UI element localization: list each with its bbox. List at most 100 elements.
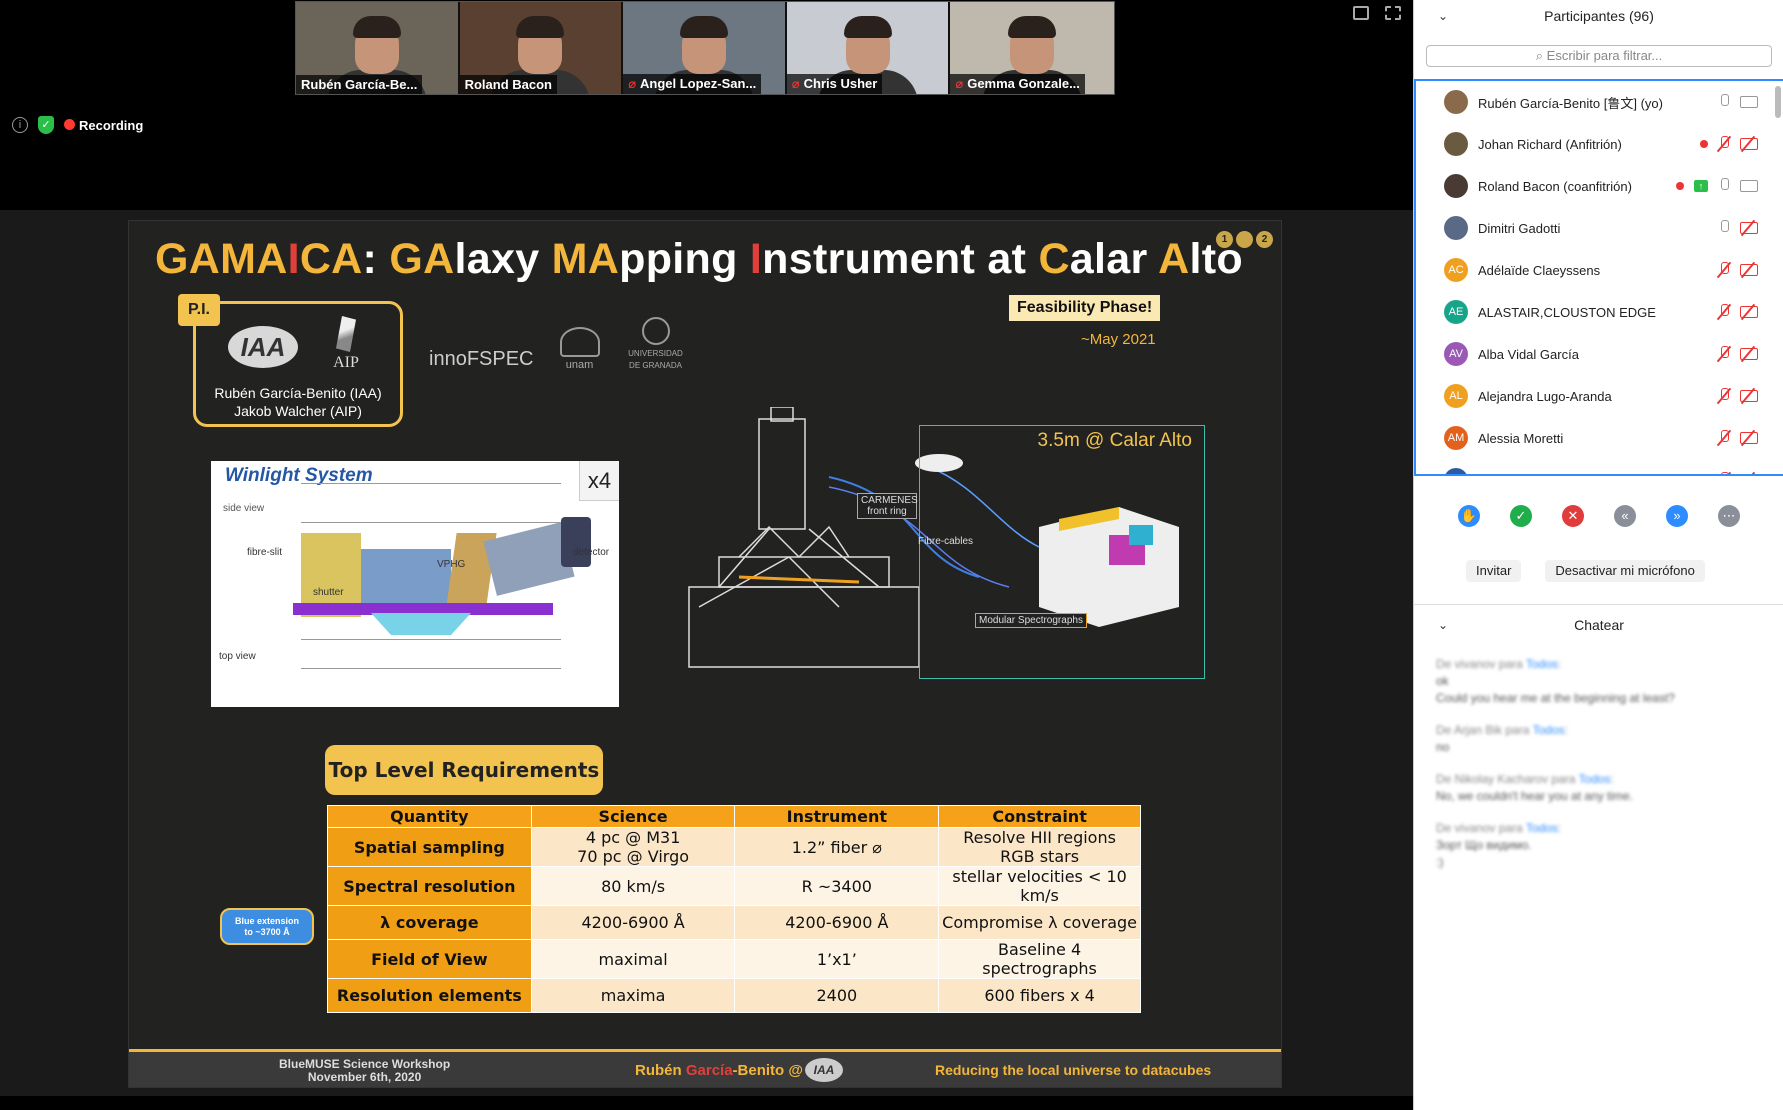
winlight-diagram: Winlight System x4 side view fibre-slit … xyxy=(211,461,619,707)
camera-off-icon[interactable] xyxy=(1740,264,1758,276)
cell-science-line-1: 4 pc @ M31 xyxy=(585,828,681,847)
participant-row[interactable]: Rubén García-Benito [鲁文] (yo) xyxy=(1416,81,1783,123)
more-icon[interactable]: ⋯ xyxy=(1718,505,1740,527)
video-tile[interactable]: ⌀ Gemma Gonzale... xyxy=(950,2,1114,94)
camera-off-icon[interactable] xyxy=(1740,138,1758,150)
cell-science: 80 km/s xyxy=(530,866,736,906)
camera-off-icon[interactable] xyxy=(1740,432,1758,444)
side-view-label: side view xyxy=(223,503,265,514)
camera-off-icon[interactable] xyxy=(1740,348,1758,360)
chat-sender: De Arjan Bik xyxy=(1436,723,1503,737)
footer-author: Rubén García-Benito @ xyxy=(635,1062,803,1079)
video-tile[interactable]: Roland Bacon xyxy=(459,2,624,94)
mic-muted-icon[interactable] xyxy=(1718,472,1730,474)
participant-row[interactable]: AM Alessia Moretti xyxy=(1416,417,1783,459)
avatar: AV xyxy=(1444,342,1468,366)
participant-hair xyxy=(352,16,401,38)
camera-icon[interactable] xyxy=(1740,96,1758,108)
mic-muted-icon[interactable] xyxy=(1718,304,1730,320)
no-icon[interactable]: ✕ xyxy=(1562,505,1584,527)
chat-colon: : xyxy=(1557,657,1562,671)
title-fragment: C xyxy=(1038,235,1070,283)
camera-off-icon[interactable] xyxy=(1740,222,1758,234)
participant-row[interactable]: AV Alba Vidal García xyxy=(1416,333,1783,375)
mic-icon[interactable] xyxy=(1718,220,1730,236)
chat-message-text: No, we couldn't hear you at any time. xyxy=(1436,789,1634,803)
footer-author-last: -Benito @ xyxy=(732,1062,803,1079)
video-tile[interactable]: ⌀ Angel Lopez-San... xyxy=(623,2,787,94)
chevron-down-icon[interactable]: ⌄ xyxy=(1438,0,1448,32)
video-tile-label: Gemma Gonzale... xyxy=(967,76,1080,91)
video-tile[interactable]: ⌀ Chris Usher xyxy=(786,2,951,94)
mic-muted-icon: ⌀ xyxy=(628,76,637,91)
title-fragment: I xyxy=(749,235,763,283)
mic-muted-icon[interactable] xyxy=(1718,430,1730,446)
avatar xyxy=(1444,90,1468,114)
detector-block xyxy=(561,517,591,567)
cell-constraint: Resolve HII regions RGB stars xyxy=(938,827,1141,867)
title-fragment: laxy xyxy=(454,235,552,283)
speaker-view-icon[interactable] xyxy=(1353,6,1369,20)
chat-header[interactable]: ⌄ Chatear xyxy=(1414,604,1783,644)
info-icon[interactable]: i xyxy=(12,117,28,133)
go-faster-icon[interactable]: » xyxy=(1666,505,1688,527)
mic-muted-icon[interactable] xyxy=(1718,136,1730,152)
video-strip: Rubén García-Be... Roland Bacon ⌀ Angel Lop… xyxy=(295,1,1115,95)
video-tile-name: ⌀ Angel Lopez-San... xyxy=(623,74,762,94)
mic-muted-icon[interactable] xyxy=(1718,262,1730,278)
yes-icon[interactable]: ✓ xyxy=(1510,505,1532,527)
participant-status-icons xyxy=(1718,262,1758,278)
cell-constraint-line-1: stellar velocities < 10 km/s xyxy=(952,867,1127,905)
mic-muted-icon: ⌀ xyxy=(955,76,964,91)
mic-muted-icon[interactable] xyxy=(1718,346,1730,362)
participant-row[interactable]: Alexandre Jeanneau xyxy=(1416,459,1783,476)
camera-off-icon[interactable] xyxy=(1740,390,1758,402)
chat-message-meta: De Nikolay Kacharov para Todos: xyxy=(1436,771,1766,788)
mic-muted-icon[interactable] xyxy=(1718,388,1730,404)
participant-filter-input[interactable]: ⌕ Escribir para filtrar... xyxy=(1426,45,1772,67)
participant-row[interactable]: Roland Bacon (coanfitrión) ↑ xyxy=(1416,165,1783,207)
participant-row[interactable]: Johan Richard (Anfitrión) xyxy=(1416,123,1783,165)
page-dot: 1 xyxy=(1216,231,1233,248)
raise-hand-icon[interactable]: ✋ xyxy=(1458,505,1480,527)
granada-logo: UNIVERSIDAD DE GRANADA xyxy=(626,317,686,371)
participant-row[interactable]: AC Adélaïde Claeyssens xyxy=(1416,249,1783,291)
chat-message-text: no xyxy=(1436,740,1450,754)
title-fragment: : xyxy=(362,235,390,283)
invite-button[interactable]: Invitar xyxy=(1466,560,1522,582)
cell-constraint-line-1: Resolve HII regions xyxy=(963,828,1116,847)
participant-row[interactable]: AL Alejandra Lugo-Aranda xyxy=(1416,375,1783,417)
title-fragment: MA xyxy=(551,235,620,283)
university-seal-icon xyxy=(641,317,670,345)
participant-status-icons xyxy=(1718,346,1758,362)
chat-sender: De vivanov xyxy=(1436,821,1496,835)
participant-list[interactable]: Rubén García-Benito [鲁文] (yo) Johan Richa… xyxy=(1414,79,1783,476)
participant-row[interactable]: AE ALASTAIR,CLOUSTON EDGE xyxy=(1416,291,1783,333)
cell-science: 4200-6900 Å xyxy=(530,905,736,940)
camera-off-icon[interactable] xyxy=(1740,306,1758,318)
footer-author-first: Rubén xyxy=(635,1062,686,1079)
participant-list-scrollbar[interactable] xyxy=(1775,86,1781,118)
fullscreen-icon[interactable] xyxy=(1385,6,1401,20)
participants-header[interactable]: ⌄ Participantes (96) xyxy=(1414,0,1783,32)
camera-icon[interactable] xyxy=(1740,180,1758,192)
participant-hair xyxy=(679,16,728,38)
cell-science: maxima xyxy=(530,978,736,1013)
go-slower-icon[interactable]: « xyxy=(1614,505,1636,527)
camera-off-icon[interactable] xyxy=(1740,474,1758,476)
video-tile-label: Angel Lopez-San... xyxy=(640,76,757,91)
cell-quantity: Spectral resolution xyxy=(327,866,532,906)
recording-indicator[interactable]: Recording xyxy=(64,118,143,133)
chat-to-word: para xyxy=(1502,723,1533,737)
shield-check-icon[interactable]: ✓ xyxy=(38,116,54,134)
mic-icon[interactable] xyxy=(1718,178,1730,194)
mute-me-button[interactable]: Desactivar mi micrófono xyxy=(1545,560,1705,582)
cell-science-line-1: 4200-6900 Å xyxy=(581,913,685,932)
requirements-table: Quantity Science Instrument Constraint S… xyxy=(327,805,1141,1013)
mic-icon[interactable] xyxy=(1718,94,1730,110)
table-row: Spatial sampling 4 pc @ M31 70 pc @ Virgo 1… xyxy=(327,827,1141,867)
participant-row[interactable]: Dimitri Gadotti xyxy=(1416,207,1783,249)
participant-hair xyxy=(843,16,892,38)
video-tile[interactable]: Rubén García-Be... xyxy=(296,2,460,94)
chevron-down-icon[interactable]: ⌄ xyxy=(1438,605,1448,645)
